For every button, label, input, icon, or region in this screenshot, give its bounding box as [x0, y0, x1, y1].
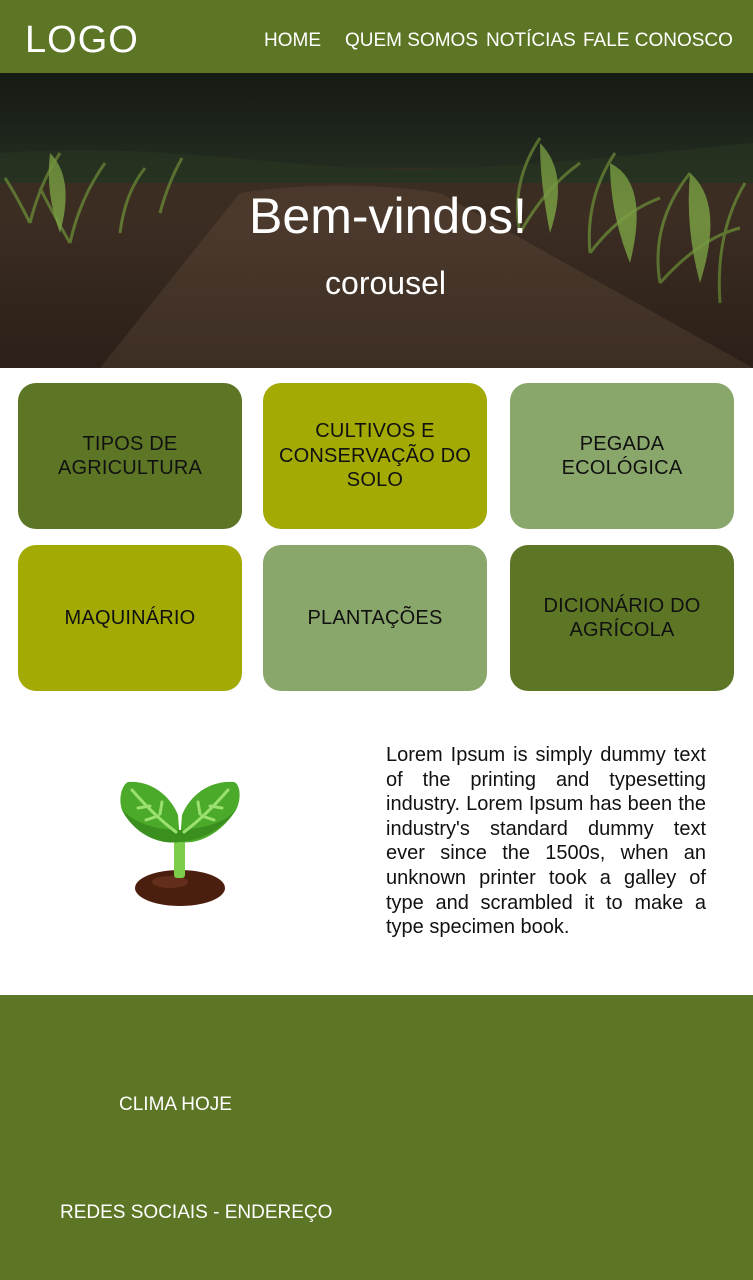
hero-carousel[interactable]: Bem-vindos! corousel — [0, 73, 753, 368]
site-logo[interactable]: LOGO — [25, 18, 139, 62]
sprout-icon — [110, 770, 250, 910]
card-label: CULTIVOS E CONSERVAÇÃO DO SOLO — [278, 420, 472, 492]
card-label: DICIONÁRIO DO AGRÍCOLA — [543, 594, 701, 642]
nav-fale-conosco[interactable]: FALE CONOSCO — [583, 30, 733, 52]
site-header: LOGO HOME QUEM SOMOS NOTÍCIAS FALE CONOS… — [0, 0, 753, 73]
card-plantacoes[interactable]: PLANTAÇÕES — [263, 545, 487, 691]
card-pegada-ecologica[interactable]: PEGADA ECOLÓGICA — [510, 383, 734, 529]
nav-noticias[interactable]: NOTÍCIAS — [486, 30, 576, 52]
card-label: PEGADA ECOLÓGICA — [561, 432, 683, 480]
card-cultivos-conservacao[interactable]: CULTIVOS E CONSERVAÇÃO DO SOLO — [263, 383, 487, 529]
card-dicionario-agricola[interactable]: DICIONÁRIO DO AGRÍCOLA — [510, 545, 734, 691]
nav-home[interactable]: HOME — [264, 30, 321, 52]
hero-subtitle: corousel — [325, 265, 446, 301]
social-address-label[interactable]: REDES SOCIAIS - ENDEREÇO — [60, 1202, 332, 1224]
nav-quem-somos[interactable]: QUEM SOMOS — [345, 30, 478, 52]
card-label: TIPOS DE AGRICULTURA — [57, 432, 203, 480]
weather-widget-label[interactable]: CLIMA HOJE — [119, 1094, 232, 1116]
site-footer: CLIMA HOJE REDES SOCIAIS - ENDEREÇO — [0, 995, 753, 1280]
card-label: MAQUINÁRIO — [64, 606, 196, 629]
card-label: PLANTAÇÕES — [307, 606, 443, 629]
hero-title: Bem-vindos! — [249, 188, 527, 244]
card-maquinario[interactable]: MAQUINÁRIO — [18, 545, 242, 691]
card-tipos-de-agricultura[interactable]: TIPOS DE AGRICULTURA — [18, 383, 242, 529]
intro-paragraph: Lorem Ipsum is simply dummy text of the … — [386, 744, 706, 939]
